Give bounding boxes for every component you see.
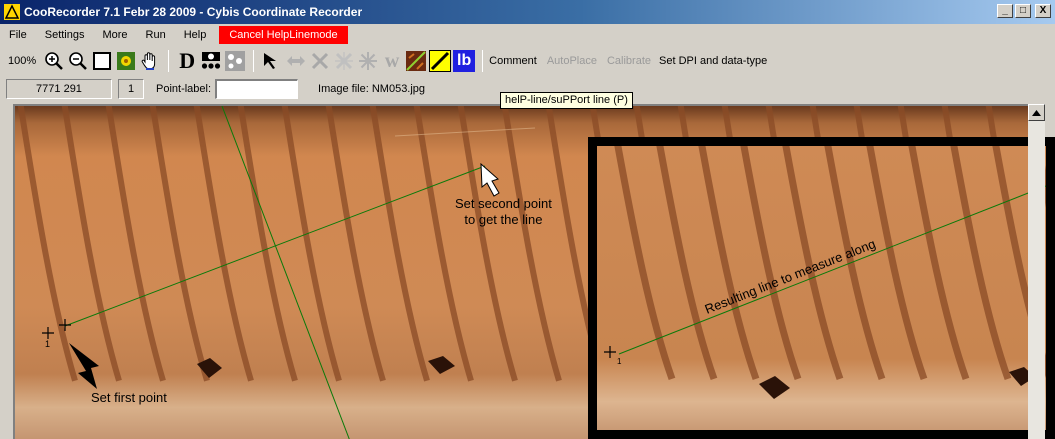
second-point-text-1: Set second point <box>455 196 552 211</box>
minimize-button[interactable]: _ <box>997 4 1013 18</box>
menu-settings[interactable]: Settings <box>36 24 94 46</box>
maximize-button[interactable]: □ <box>1015 4 1031 18</box>
d-mode-icon[interactable]: D <box>176 50 198 72</box>
arrow-select-icon[interactable] <box>261 50 283 72</box>
zoomed-wood-image: 1 Resulting line to measure along <box>597 146 1046 430</box>
second-point-text-2: to get the line <box>464 212 543 227</box>
toolbar: 100% D w lb Comment AutoPlace Calibrate … <box>0 47 1055 75</box>
help-line-tooltip: helP-line/suPPort line (P) <box>500 92 633 109</box>
zoom-in-icon[interactable] <box>43 50 65 72</box>
zoom-out-icon[interactable] <box>67 50 89 72</box>
zoom-level: 100% <box>8 55 37 67</box>
gray-points-icon[interactable] <box>224 50 246 72</box>
menu-more[interactable]: More <box>93 24 136 46</box>
comment-button[interactable]: Comment <box>489 55 537 67</box>
app-icon <box>4 4 20 20</box>
points-icon[interactable] <box>200 50 222 72</box>
scroll-up-button[interactable] <box>1028 104 1045 121</box>
autoplace-button[interactable]: AutoPlace <box>547 55 597 67</box>
asterisk-icon[interactable] <box>357 50 379 72</box>
vertical-scrollbar[interactable] <box>1028 104 1045 439</box>
move-arrows-icon[interactable] <box>285 50 307 72</box>
fit-window-icon[interactable] <box>91 50 113 72</box>
lb-icon[interactable]: lb <box>453 50 476 72</box>
menu-run[interactable]: Run <box>137 24 175 46</box>
menu-help[interactable]: Help <box>175 24 216 46</box>
image-icon[interactable] <box>115 50 137 72</box>
coordinate-readout: 7771 291 <box>6 79 112 99</box>
cancel-helpline-button[interactable]: Cancel HelpLinemode <box>219 26 348 44</box>
help-line-icon[interactable] <box>429 50 452 72</box>
hand-pan-icon[interactable] <box>139 50 161 72</box>
title-bar: CooRecorder 7.1 Febr 28 2009 - Cybis Coo… <box>0 0 1055 24</box>
zoom-inset: 1 Resulting line to measure along <box>588 137 1055 439</box>
w-mode-icon[interactable]: w <box>381 50 403 72</box>
first-point-annotation: Set first point <box>91 390 167 405</box>
image-adjust-icon[interactable] <box>405 50 427 72</box>
point-label-caption: Point-label: <box>156 83 212 95</box>
toolbar-separator <box>168 50 170 72</box>
point-count: 1 <box>118 79 144 99</box>
close-button[interactable]: X <box>1035 4 1051 18</box>
point-label-input[interactable] <box>215 79 299 99</box>
delete-x-icon[interactable] <box>309 50 331 72</box>
menu-file[interactable]: File <box>0 24 36 46</box>
window-title: CooRecorder 7.1 Febr 28 2009 - Cybis Coo… <box>24 5 363 19</box>
set-dpi-button[interactable]: Set DPI and data-type <box>659 55 767 67</box>
point-index-label: 1 <box>45 339 51 349</box>
delete-all-icon[interactable] <box>333 50 355 72</box>
toolbar-separator <box>253 50 255 72</box>
image-file-label: Image file: NM053.jpg <box>318 83 426 95</box>
second-point-annotation: Set second point to get the line <box>455 196 552 228</box>
calibrate-button[interactable]: Calibrate <box>607 55 651 67</box>
toolbar-separator <box>482 50 484 72</box>
menu-bar: File Settings More Run Help Cancel HelpL… <box>0 24 1055 46</box>
inset-point-index: 1 <box>617 357 622 366</box>
